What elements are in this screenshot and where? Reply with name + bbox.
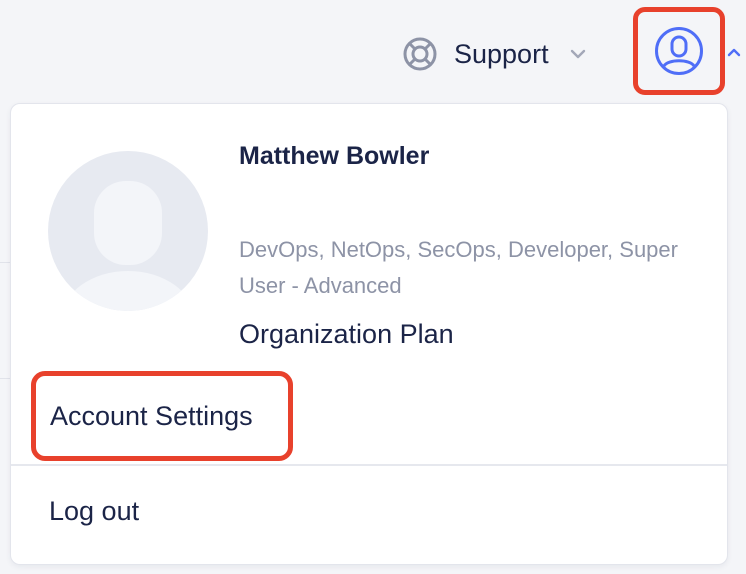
user-menu-button[interactable] [633, 7, 725, 95]
chevron-up-icon[interactable] [726, 46, 742, 58]
user-roles: DevOps, NetOps, SecOps, Developer, Super… [239, 237, 678, 298]
avatar-placeholder-icon [48, 151, 208, 311]
background-divider [0, 262, 10, 263]
logout-item[interactable]: Log out [49, 496, 139, 527]
user-circle-icon [655, 27, 703, 75]
support-menu-button[interactable]: Support [402, 34, 587, 74]
profile-dropdown-menu: Matthew Bowler DevOps, NetOps, SecOps, D… [10, 103, 728, 565]
user-name: Matthew Bowler [239, 142, 430, 170]
account-settings-item[interactable]: Account Settings [31, 371, 293, 461]
background-divider [0, 378, 10, 379]
account-settings-label: Account Settings [50, 400, 253, 431]
menu-divider [11, 464, 727, 466]
chevron-down-icon [570, 49, 585, 59]
support-label: Support [454, 38, 549, 69]
lifebuoy-icon [403, 37, 437, 71]
organization-plan-link[interactable]: Organization Plan [239, 319, 454, 350]
